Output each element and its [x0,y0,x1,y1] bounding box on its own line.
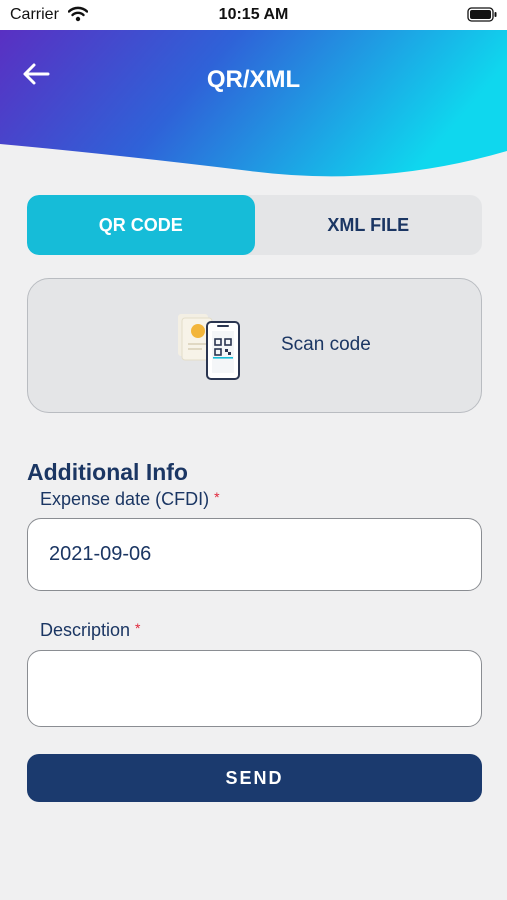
required-mark: * [135,620,141,636]
expense-date-field[interactable]: 2021-09-06 [27,518,482,591]
description-label-text: Description [40,620,131,640]
battery-icon [467,7,497,27]
expense-date-label-text: Expense date (CFDI) [40,489,210,509]
qr-phone-icon [176,309,246,389]
mode-tabs: QR CODE XML FILE [27,195,482,255]
expense-date-value: 2021-09-06 [49,543,152,565]
tab-xml-file[interactable]: XML FILE [255,195,483,255]
header: QR/XML [0,26,507,178]
description-field[interactable] [27,650,482,727]
required-mark: * [214,489,220,505]
description-label: Description * [40,620,141,641]
send-button[interactable]: SEND [27,754,482,802]
scan-code-label: Scan code [281,334,371,355]
page-title: QR/XML [206,66,301,93]
scan-code-button[interactable]: Scan code [27,278,482,413]
expense-date-label: Expense date (CFDI) * [40,489,220,510]
section-title: Additional Info [27,459,188,485]
header-background [0,26,507,177]
tab-qr-code[interactable]: QR CODE [27,195,255,255]
status-bar: Carrier 10:15 AM [0,0,507,30]
clock: 10:15 AM [218,6,289,23]
